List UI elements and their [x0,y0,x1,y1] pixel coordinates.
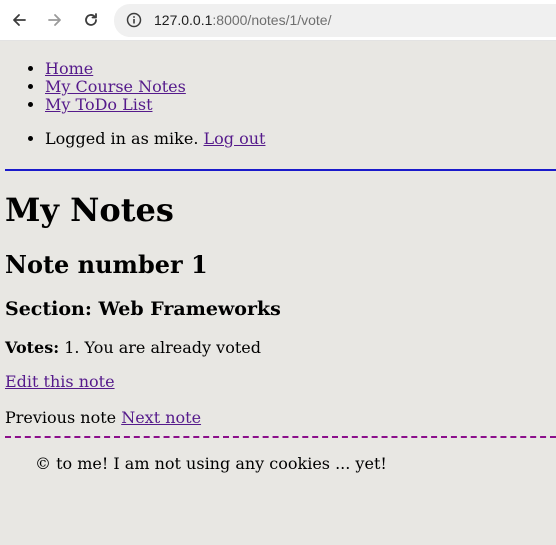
previous-note-text: Previous note [5,408,117,427]
url-text[interactable]: 127.0.0.1:8000/notes/1/vote/ [154,4,331,37]
footer-text: © to me! I am not using any cookies ... … [35,454,387,473]
todo-list-link[interactable]: My ToDo List [45,95,153,114]
header-divider [5,169,556,171]
logged-in-text: Logged in as mike. [45,129,204,148]
arrow-right-icon [48,14,61,26]
note-title: Note number 1 [5,250,208,279]
main-menu: Home My Course Notes My ToDo List [0,60,186,114]
menu-item-course-notes: My Course Notes [45,78,186,96]
home-link[interactable]: Home [45,59,93,78]
auth-item: Logged in as mike. Log out [45,130,265,148]
page-title: My Notes [5,191,174,229]
section-label: Section: Web Frameworks [5,298,281,320]
footer-divider [5,436,556,438]
reload-button[interactable] [79,8,103,32]
edit-note-container: Edit this note [5,373,115,391]
info-icon[interactable] [126,12,142,28]
url-host: 127.0.0.1 [154,12,213,28]
arrow-left-icon [13,14,26,26]
logout-link[interactable]: Log out [204,129,266,148]
course-notes-link[interactable]: My Course Notes [45,77,186,96]
votes-text: 1. You are already voted [59,338,261,357]
votes-line: Votes: 1. You are already voted [5,339,261,357]
votes-label: Votes: [5,338,60,357]
menu-item-todo-list: My ToDo List [45,96,186,114]
next-note-link[interactable]: Next note [121,408,201,427]
forward-button[interactable] [43,8,67,32]
url-path: :8000/notes/1/vote/ [212,12,332,28]
back-button[interactable] [7,8,31,32]
note-pager: Previous note Next note [5,409,201,427]
browser-toolbar: 127.0.0.1:8000/notes/1/vote/ [0,0,556,41]
auth-status: Logged in as mike. Log out [0,130,265,148]
address-bar[interactable]: 127.0.0.1:8000/notes/1/vote/ [114,4,556,37]
reload-icon [85,13,97,26]
menu-item-home: Home [45,60,186,78]
edit-note-link[interactable]: Edit this note [5,372,115,391]
